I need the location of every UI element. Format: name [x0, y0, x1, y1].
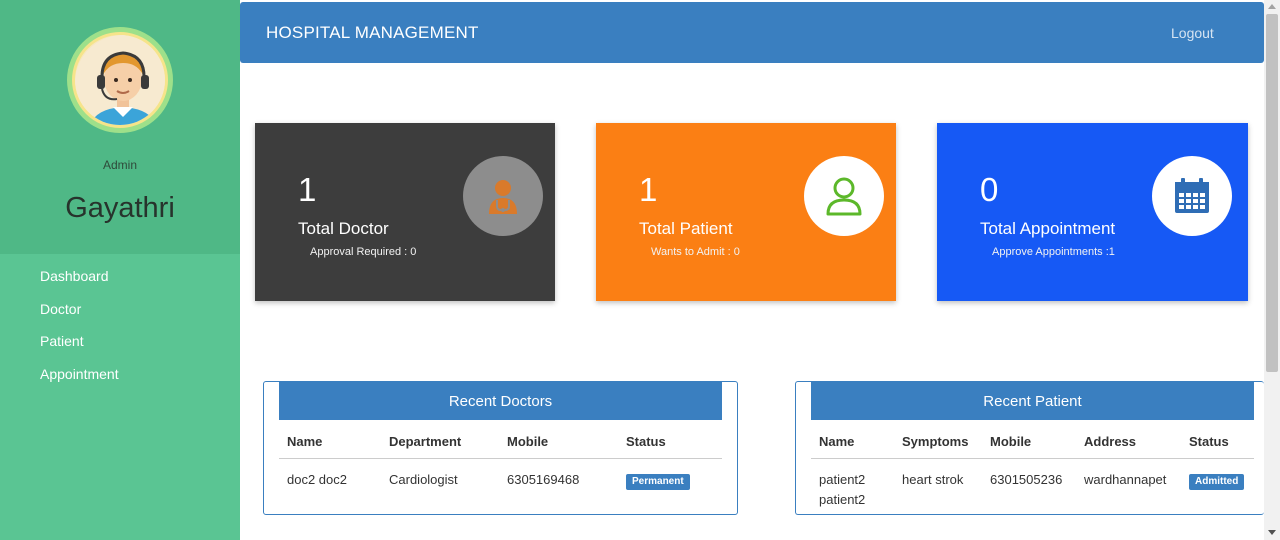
- column-header-name: Name: [811, 426, 894, 459]
- calendar-icon: [1152, 156, 1232, 236]
- doctor-card-label: Total Doctor: [298, 219, 389, 238]
- patient-mobile-cell: 6301505236: [990, 471, 1063, 487]
- column-header-status: Status: [1181, 426, 1254, 459]
- logout-link[interactable]: Logout: [1171, 25, 1214, 41]
- patient-symptoms-cell: heart strok: [902, 471, 964, 487]
- column-header-mobile: Mobile: [982, 426, 1076, 459]
- recent-patient-panel: Recent Patient Name Symptoms Mobile Addr…: [795, 381, 1264, 515]
- top-navbar: HOSPITAL MANAGEMENT Logout: [240, 2, 1264, 63]
- user-icon: [804, 156, 884, 236]
- recent-doctors-table: Name Department Mobile Status doc2 doc2 …: [279, 426, 722, 490]
- scroll-thumb[interactable]: [1266, 14, 1278, 372]
- app-title[interactable]: HOSPITAL MANAGEMENT: [266, 23, 479, 43]
- column-header-name: Name: [279, 426, 381, 459]
- total-appointment-card[interactable]: 0 Total Appointment Approve Appointments…: [937, 123, 1248, 301]
- status-badge: Permanent: [626, 473, 690, 490]
- doctor-mobile-cell: 6305169468: [507, 471, 580, 487]
- recent-doctors-title: Recent Doctors: [279, 382, 722, 420]
- total-patient-card[interactable]: 1 Total Patient Wants to Admit : 0: [596, 123, 896, 301]
- patient-card-label: Total Patient: [639, 219, 733, 238]
- profile-section: Admin Gayathri: [0, 0, 240, 254]
- vertical-scrollbar[interactable]: [1264, 0, 1280, 540]
- sidebar-item-doctor[interactable]: Doctor: [40, 301, 119, 334]
- patient-first-name: patient2: [819, 471, 866, 487]
- scroll-down-arrow-icon[interactable]: [1268, 530, 1276, 535]
- column-header-address: Address: [1076, 426, 1181, 459]
- status-badge: Admitted: [1189, 473, 1245, 490]
- appointment-count: 0: [980, 171, 999, 208]
- column-header-status: Status: [618, 426, 722, 459]
- sidebar-item-patient[interactable]: Patient: [40, 333, 119, 366]
- doctor-department-cell: Cardiologist: [389, 471, 458, 487]
- recent-doctors-panel: Recent Doctors Name Department Mobile St…: [263, 381, 738, 515]
- patient-address-cell: wardhannapet: [1084, 471, 1167, 487]
- patient-name-cell: patient2 patient2: [811, 458, 894, 510]
- patient-status-cell: Admitted: [1181, 458, 1254, 510]
- table-row: doc2 doc2 Cardiologist 6305169468 Perman…: [279, 458, 722, 490]
- table-row: patient2 patient2 heart strok 6301505236…: [811, 458, 1254, 510]
- appointment-card-label: Total Appointment: [980, 219, 1116, 238]
- column-header-symptoms: Symptoms: [894, 426, 982, 459]
- total-doctor-card[interactable]: 1 Total Doctor Approval Required : 0: [255, 123, 555, 301]
- column-header-mobile: Mobile: [499, 426, 618, 459]
- patient-last-name: patient2: [819, 491, 866, 507]
- sidebar: Admin Gayathri Dashboard Doctor Patient …: [0, 0, 240, 540]
- doctor-icon: [463, 156, 543, 236]
- sidebar-item-dashboard[interactable]: Dashboard: [40, 268, 119, 301]
- user-name: Gayathri: [65, 192, 175, 224]
- admin-avatar-icon: [75, 35, 165, 125]
- patient-admit-text: Wants to Admit : 0: [651, 246, 740, 258]
- user-role: Admin: [102, 158, 137, 172]
- avatar: [67, 27, 173, 133]
- recent-patient-title: Recent Patient: [811, 382, 1254, 420]
- column-header-department: Department: [381, 426, 499, 459]
- doctor-count: 1: [298, 171, 317, 208]
- doctor-name-cell: doc2 doc2: [287, 471, 347, 487]
- recent-patient-table: Name Symptoms Mobile Address Status pati…: [811, 426, 1254, 510]
- sidebar-item-appointment[interactable]: Appointment: [40, 366, 119, 399]
- sidebar-nav: Dashboard Doctor Patient Appointment: [40, 268, 119, 398]
- doctor-approval-text: Approval Required : 0: [310, 246, 417, 258]
- doctor-status-cell: Permanent: [618, 458, 722, 490]
- patient-count: 1: [639, 171, 658, 208]
- appointment-approve-text: Approve Appointments :1: [992, 246, 1115, 258]
- scroll-up-arrow-icon[interactable]: [1268, 4, 1276, 9]
